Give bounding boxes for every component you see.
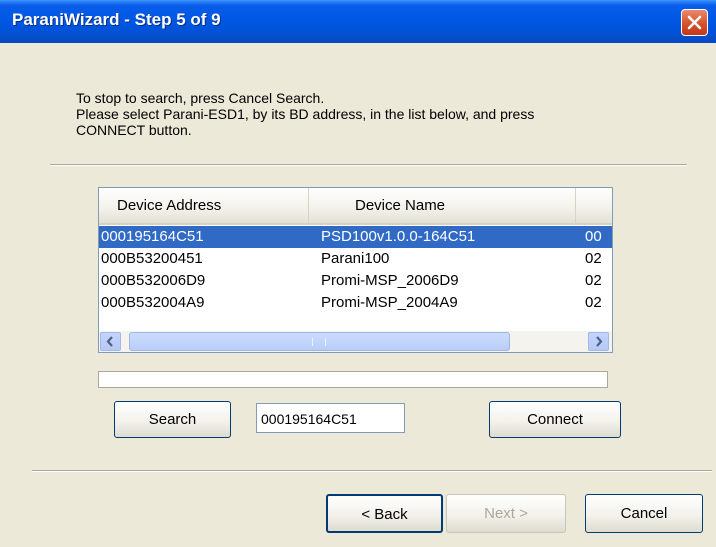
row-address: 000B53200451 xyxy=(101,250,203,267)
row-address: 000B532006D9 xyxy=(101,272,206,289)
scroll-grip xyxy=(312,338,326,346)
connect-button[interactable]: Connect xyxy=(489,401,621,438)
row-device-name: PSD100v1.0.0-164C51 xyxy=(321,228,476,245)
instructions-text: To stop to search, press Cancel Search. … xyxy=(76,90,676,138)
bottom-separator xyxy=(32,470,712,472)
arrow-left-icon xyxy=(106,336,113,347)
row-device-name: Promi-MSP_2004A9 xyxy=(321,294,458,311)
row-extra: 02 xyxy=(585,272,602,289)
title-bar[interactable]: ParaniWizard - Step 5 of 9 xyxy=(0,0,716,43)
column-header-device-address[interactable]: Device Address xyxy=(99,188,309,223)
device-list[interactable]: Device Address Device Name 000195164C51 … xyxy=(98,187,613,353)
horizontal-scrollbar[interactable] xyxy=(99,331,612,352)
row-extra: 00 xyxy=(585,228,602,245)
scroll-right-button[interactable] xyxy=(588,332,609,351)
list-row-1[interactable]: 000195164C51 PSD100v1.0.0-164C51 00 xyxy=(99,226,612,248)
list-row-4[interactable]: 000B532004A9 Promi-MSP_2004A9 02 xyxy=(99,292,612,314)
row-extra: 02 xyxy=(585,294,602,311)
arrow-right-icon xyxy=(596,336,603,347)
scroll-left-button[interactable] xyxy=(100,332,121,351)
row-device-name: Parani100 xyxy=(321,250,390,267)
list-row-2[interactable]: 000B53200451 Parani100 02 xyxy=(99,248,612,270)
close-icon xyxy=(687,15,702,30)
row-address: 000195164C51 xyxy=(101,228,204,245)
next-button[interactable]: Next > xyxy=(446,494,566,533)
row-device-name: Promi-MSP_2006D9 xyxy=(321,272,459,289)
search-button[interactable]: Search xyxy=(114,401,231,438)
back-button[interactable]: < Back xyxy=(326,494,443,533)
top-separator xyxy=(50,164,687,166)
bd-address-field[interactable] xyxy=(256,403,405,433)
instruction-line-2: Please select Parani-ESD1, by its BD add… xyxy=(76,106,535,122)
row-extra: 02 xyxy=(585,250,602,267)
search-progress-bar xyxy=(98,371,608,388)
window-title: ParaniWizard - Step 5 of 9 xyxy=(12,10,221,29)
instruction-line-3: CONNECT button. xyxy=(76,122,192,138)
scroll-thumb[interactable] xyxy=(129,332,510,351)
close-button[interactable] xyxy=(681,9,708,36)
cancel-button[interactable]: Cancel xyxy=(585,494,703,533)
column-header-device-name[interactable]: Device Name xyxy=(309,188,576,223)
list-header: Device Address Device Name xyxy=(99,188,612,225)
wizard-window: ParaniWizard - Step 5 of 9 To stop to se… xyxy=(0,0,716,547)
instruction-line-1: To stop to search, press Cancel Search. xyxy=(76,90,325,106)
row-address: 000B532004A9 xyxy=(101,294,205,311)
column-header-extra[interactable] xyxy=(576,188,612,223)
list-row-3[interactable]: 000B532006D9 Promi-MSP_2006D9 02 xyxy=(99,270,612,292)
